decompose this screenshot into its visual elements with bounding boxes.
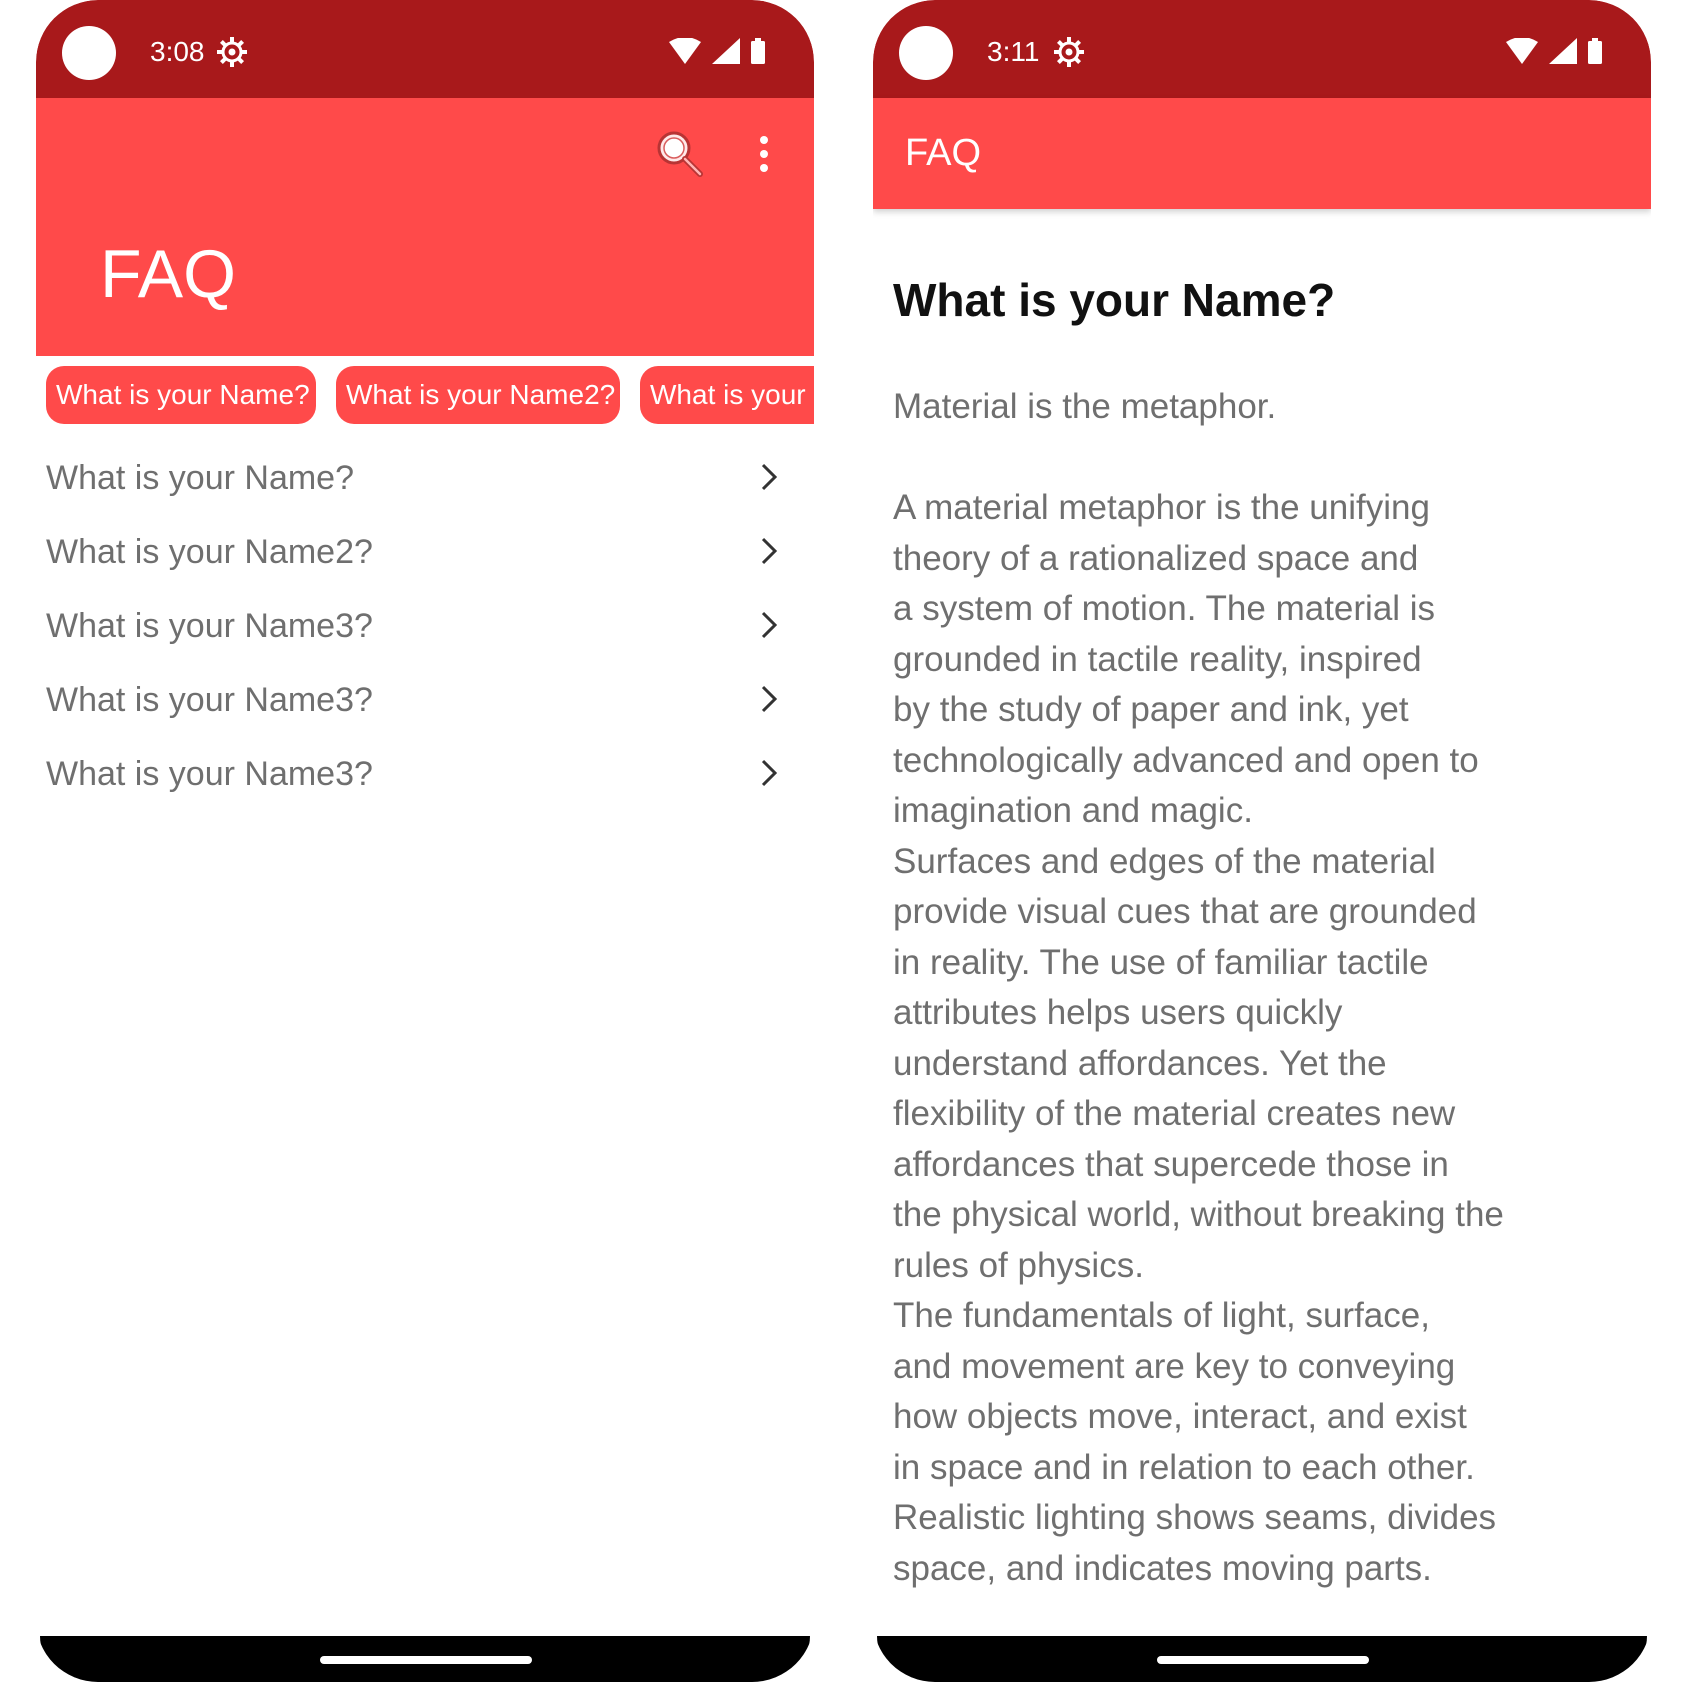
navigation-bar — [877, 1636, 1647, 1682]
faq-question-label: What is your Name2? — [46, 533, 373, 571]
page-title: FAQ — [905, 132, 982, 174]
list-item[interactable]: What is your Name3? — [36, 664, 814, 738]
list-item[interactable]: What is your Name3? — [36, 738, 814, 812]
cellular-signal-icon — [1548, 38, 1577, 64]
battery-icon — [751, 38, 765, 64]
list-item[interactable]: What is your Name3? — [36, 590, 814, 664]
more-vert-icon — [760, 136, 768, 172]
list-item[interactable]: What is your Name? — [36, 442, 814, 516]
faq-question-label: What is your Name? — [46, 459, 354, 497]
search-icon — [657, 131, 703, 177]
collapsing-app-bar: FAQ — [36, 98, 814, 356]
faq-question-label: What is your Name3? — [46, 755, 373, 793]
faq-question-label: What is your Name3? — [46, 607, 373, 645]
chevron-right-icon — [761, 537, 778, 565]
cellular-signal-icon — [711, 38, 740, 64]
chevron-right-icon — [761, 759, 778, 787]
app-bar: FAQ — [873, 98, 1651, 209]
search-button[interactable] — [654, 128, 706, 180]
faq-list-screen: 3:08 FAQ What is your Name? What is your… — [36, 0, 814, 1682]
status-bar: 3:11 — [873, 0, 1651, 98]
list-item[interactable]: What is your Name2? — [36, 516, 814, 590]
chip-item[interactable]: What is your — [640, 366, 814, 424]
faq-answer-text: Material is the metaphor. A material met… — [893, 387, 1504, 1588]
chevron-right-icon — [761, 685, 778, 713]
chevron-right-icon — [761, 463, 778, 491]
status-time: 3:11 — [987, 36, 1040, 67]
battery-icon — [1588, 38, 1602, 64]
status-time: 3:08 — [150, 36, 205, 67]
wifi-icon — [1506, 38, 1539, 64]
home-gesture-handle[interactable] — [320, 1656, 532, 1664]
chip-item[interactable]: What is your Name? — [46, 366, 316, 424]
faq-detail-screen: 3:11 FAQ What is your Name? Material is … — [873, 0, 1651, 1682]
camera-cutout — [62, 26, 116, 80]
camera-cutout — [899, 26, 953, 80]
settings-gear-icon — [217, 37, 247, 67]
settings-gear-icon — [1054, 37, 1084, 67]
chip-group: What is your Name? What is your Name2? W… — [36, 366, 814, 426]
status-bar: 3:08 — [36, 0, 814, 98]
faq-question-label: What is your Name3? — [46, 681, 373, 719]
navigation-bar — [40, 1636, 810, 1682]
page-title: FAQ — [100, 236, 237, 312]
chevron-right-icon — [761, 611, 778, 639]
wifi-icon — [669, 38, 702, 64]
chip-item[interactable]: What is your Name2? — [336, 366, 620, 424]
overflow-menu-button[interactable] — [756, 134, 772, 174]
faq-question-title: What is your Name? — [893, 274, 1336, 326]
home-gesture-handle[interactable] — [1157, 1656, 1369, 1664]
